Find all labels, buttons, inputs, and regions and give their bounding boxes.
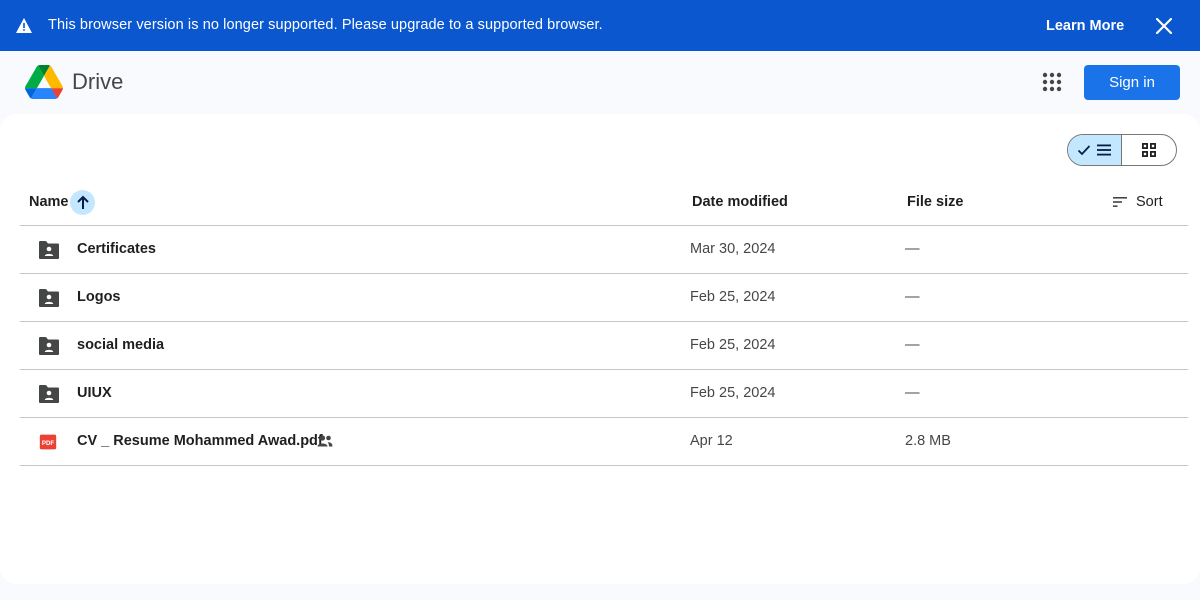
date-modified: Feb 25, 2024	[690, 385, 776, 401]
arrow-up-icon	[76, 195, 89, 209]
file-table: Name Date modified File size Sort Certif…	[20, 180, 1188, 466]
pdf-icon: PDF	[39, 434, 57, 450]
learn-more-link[interactable]: Learn More	[1030, 9, 1140, 43]
banner-message: This browser version is no longer suppor…	[48, 17, 603, 33]
column-header-date[interactable]: Date modified	[692, 180, 788, 224]
date-modified: Apr 12	[690, 433, 733, 449]
file-size: —	[905, 289, 920, 305]
product-name: Drive	[72, 69, 124, 94]
shared-people-icon	[317, 435, 333, 447]
table-row[interactable]: Certificates Mar 30, 2024 —	[20, 226, 1188, 274]
file-size: —	[905, 385, 920, 401]
column-header-name[interactable]: Name	[29, 180, 69, 224]
sort-label: Sort	[1136, 194, 1163, 210]
apps-grid-icon[interactable]	[1036, 66, 1068, 98]
shared-folder-icon	[39, 385, 59, 403]
grid-view-button[interactable]	[1122, 135, 1176, 165]
check-icon	[1077, 145, 1091, 156]
sort-icon	[1113, 197, 1127, 207]
file-name: social media	[77, 337, 165, 353]
column-header-size[interactable]: File size	[907, 180, 963, 224]
date-modified: Feb 25, 2024	[690, 337, 776, 353]
svg-text:PDF: PDF	[42, 440, 55, 447]
list-view-icon	[1097, 144, 1111, 156]
shared-folder-icon	[39, 241, 59, 259]
close-icon[interactable]	[1150, 12, 1178, 40]
table-row[interactable]: social media Feb 25, 2024 —	[20, 322, 1188, 370]
google-drive-logo[interactable]	[25, 65, 63, 99]
list-view-button[interactable]	[1068, 135, 1123, 165]
file-list-card: Name Date modified File size Sort Certif…	[0, 114, 1200, 584]
table-row[interactable]: PDF CV _ Resume Mohammed Awad.pdf Apr 12…	[20, 418, 1188, 466]
file-size: 2.8 MB	[905, 433, 951, 449]
date-modified: Mar 30, 2024	[690, 241, 776, 257]
shared-folder-icon	[39, 289, 59, 307]
app-header: Drive Sign in	[0, 51, 1200, 113]
table-row[interactable]: Logos Feb 25, 2024 —	[20, 274, 1188, 322]
file-name: UIUX	[77, 385, 112, 401]
table-header: Name Date modified File size Sort	[20, 180, 1188, 226]
grid-view-icon	[1142, 143, 1156, 157]
view-toggle	[1067, 134, 1177, 166]
sort-button[interactable]: Sort	[1112, 180, 1163, 224]
unsupported-browser-banner: This browser version is no longer suppor…	[0, 0, 1200, 51]
sort-direction-button[interactable]	[70, 190, 95, 215]
table-row[interactable]: UIUX Feb 25, 2024 —	[20, 370, 1188, 418]
shared-folder-icon	[39, 337, 59, 355]
file-name: CV _ Resume Mohammed Awad.pdf	[77, 433, 323, 449]
file-name: Certificates	[77, 241, 156, 257]
sign-in-button[interactable]: Sign in	[1084, 65, 1180, 100]
file-size: —	[905, 337, 920, 353]
file-name: Logos	[77, 289, 121, 305]
file-size: —	[905, 241, 920, 257]
warning-icon	[16, 18, 32, 33]
date-modified: Feb 25, 2024	[690, 289, 776, 305]
